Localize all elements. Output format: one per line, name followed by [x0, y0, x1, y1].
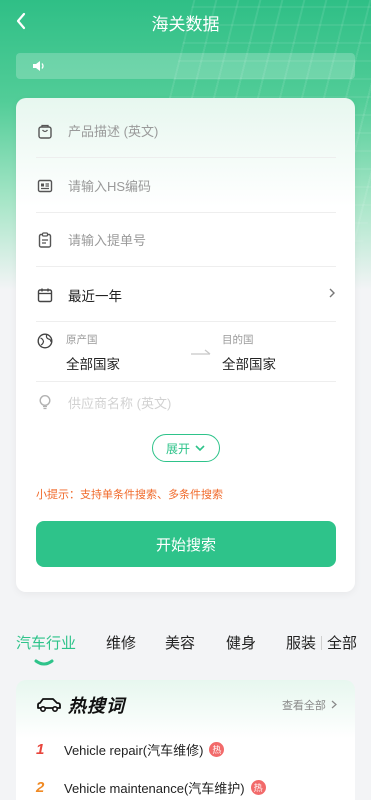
- start-search-button[interactable]: 开始搜索: [36, 521, 336, 567]
- bill-number-field[interactable]: 请输入提单号: [36, 213, 336, 267]
- country-selector: 原产国 全部国家 目的国 全部国家: [36, 322, 336, 382]
- rank-number: 2: [36, 779, 45, 796]
- hot-search-card: 热搜词 查看全部 1 Vehicle repair(汽车维修) 热 2 Vehi…: [16, 680, 355, 800]
- supplier-field[interactable]: 供应商名称 (英文): [36, 382, 336, 422]
- chevron-down-icon: [195, 445, 205, 452]
- lightbulb-icon: [36, 393, 54, 411]
- hot-search-header: 热搜词: [36, 692, 125, 718]
- destination-country[interactable]: 目的国 全部国家: [222, 332, 276, 373]
- page-title: 海关数据: [151, 14, 220, 34]
- hot-search-item[interactable]: 2 Vehicle maintenance(汽车维护) 热: [36, 778, 266, 797]
- top-bar: 海关数据: [0, 0, 371, 44]
- category-tabs: 汽车行业 维修 美容 健身 服装 全部: [0, 628, 371, 668]
- origin-country-label: 原产国: [66, 334, 98, 346]
- chevron-right-icon: [328, 286, 336, 304]
- search-tip: 小提示：支持单条件搜索、多条件搜索: [36, 489, 223, 501]
- chevron-left-icon: [16, 12, 26, 30]
- expand-label: 展开: [165, 441, 190, 456]
- notice-bar[interactable]: [16, 53, 355, 79]
- origin-country-value: 全部国家: [66, 357, 120, 372]
- date-range-value: 最近一年: [68, 288, 122, 304]
- tab-all[interactable]: 全部: [327, 632, 357, 653]
- chevron-right-icon: [331, 700, 337, 709]
- hot-badge: 热: [250, 780, 266, 795]
- destination-country-label: 目的国: [222, 334, 254, 346]
- speaker-icon: [33, 61, 44, 71]
- calendar-icon: [36, 286, 54, 304]
- search-card: 产品描述 (英文) 请输入HS编码 请输入提单号 最近一年 原产国 全部国家 目…: [16, 98, 355, 592]
- bill-number-placeholder: 请输入提单号: [68, 233, 147, 248]
- hot-search-item[interactable]: 1 Vehicle repair(汽车维修) 热: [36, 740, 225, 759]
- product-description-field[interactable]: 产品描述 (英文): [36, 104, 336, 158]
- active-tab-indicator: [34, 654, 54, 666]
- tab-auto-industry[interactable]: 汽车行业: [16, 632, 76, 653]
- hot-search-title: 热搜词: [68, 696, 125, 716]
- hot-search-text: Vehicle repair(汽车维修): [64, 743, 204, 758]
- hs-code-field[interactable]: 请输入HS编码: [36, 159, 336, 213]
- hot-search-text: Vehicle maintenance(汽车维护): [64, 781, 245, 796]
- back-button[interactable]: [6, 6, 36, 36]
- shopping-bag-icon: [36, 122, 54, 140]
- document-icon: [36, 177, 54, 195]
- globe-icon: [36, 332, 54, 350]
- destination-country-value: 全部国家: [222, 357, 276, 372]
- see-all-label: 查看全部: [281, 700, 326, 712]
- origin-country[interactable]: 原产国 全部国家: [66, 332, 120, 373]
- tab-divider: [321, 636, 322, 650]
- supplier-placeholder: 供应商名称 (英文): [68, 395, 172, 411]
- arrow-right-icon: [190, 346, 212, 364]
- clipboard-icon: [36, 231, 54, 249]
- hs-code-placeholder: 请输入HS编码: [68, 179, 152, 194]
- expand-button[interactable]: 展开: [152, 434, 220, 462]
- rank-number: 1: [36, 741, 45, 758]
- car-icon: [37, 698, 61, 713]
- product-description-placeholder: 产品描述 (英文): [68, 124, 159, 139]
- tab-fitness[interactable]: 健身: [226, 632, 256, 653]
- tab-beauty[interactable]: 美容: [165, 632, 195, 653]
- tab-repair[interactable]: 维修: [106, 632, 136, 653]
- date-range-selector[interactable]: 最近一年: [36, 268, 336, 322]
- hot-badge: 热: [209, 742, 225, 757]
- tab-clothing[interactable]: 服装: [286, 632, 316, 653]
- see-all-link[interactable]: 查看全部: [282, 697, 337, 713]
